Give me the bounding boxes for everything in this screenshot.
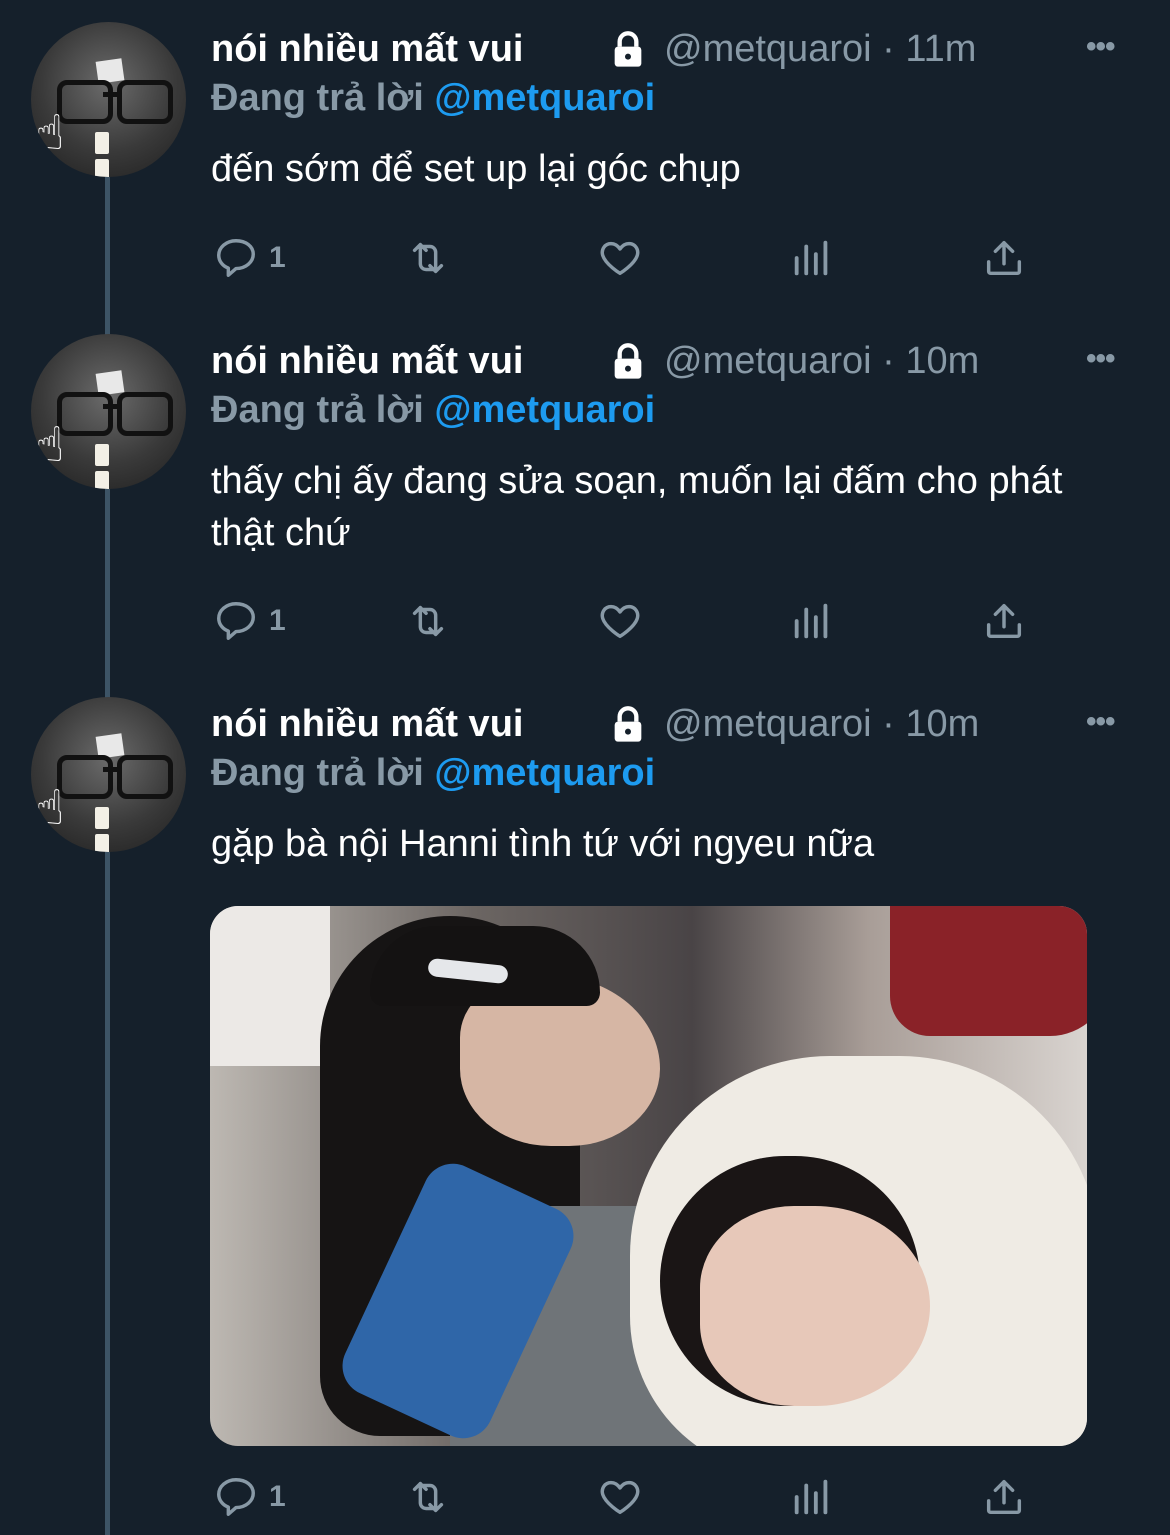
pointing-hand-emoji: ☝	[35, 782, 65, 835]
share-button[interactable]	[981, 233, 1027, 283]
avatar[interactable]: ☝	[31, 697, 186, 852]
reply-button[interactable]: 1	[213, 1472, 286, 1522]
more-icon[interactable]: •••	[1086, 30, 1115, 64]
user-handle[interactable]: @metquaroi · 11m	[664, 28, 976, 71]
reply-count: 1	[269, 241, 286, 274]
share-icon	[986, 240, 1022, 276]
timestamp[interactable]: · 10m	[882, 340, 979, 382]
reply-icon	[217, 239, 255, 277]
tweet-actions: 1	[0, 233, 1170, 293]
replying-to: Đang trả lời @metquaroi	[211, 752, 656, 794]
tweet-text: thấy chị ấy đang sửa soạn, muốn lại đấm …	[211, 460, 1063, 554]
user-handle[interactable]: @metquaroi · 10m	[664, 703, 979, 746]
replying-to: Đang trả lời @metquaroi	[211, 77, 656, 119]
retweet-icon	[412, 242, 444, 274]
tweet-text: gặp bà nội Hanni tình tứ với ngyeu nữa	[211, 823, 875, 865]
views-button[interactable]	[789, 1472, 835, 1522]
lock-icon	[614, 343, 642, 379]
timestamp[interactable]: · 10m	[882, 703, 979, 745]
mention-link[interactable]: @metquaroi	[434, 77, 655, 119]
heart-icon	[600, 1480, 640, 1515]
views-button[interactable]	[789, 596, 835, 646]
avatar[interactable]: ☝	[31, 22, 186, 177]
analytics-icon	[794, 603, 828, 639]
views-button[interactable]	[789, 233, 835, 283]
mention-link[interactable]: @metquaroi	[434, 389, 655, 431]
user-handle[interactable]: @metquaroi · 10m	[664, 340, 979, 383]
lock-icon	[614, 706, 642, 742]
share-button[interactable]	[981, 596, 1027, 646]
pointing-hand-emoji: ☝	[35, 107, 65, 160]
replying-to: Đang trả lời @metquaroi	[211, 389, 656, 431]
retweet-button[interactable]	[405, 596, 451, 646]
more-icon[interactable]: •••	[1086, 705, 1115, 739]
reply-count: 1	[269, 1480, 286, 1513]
reply-count: 1	[269, 604, 286, 637]
pointing-hand-emoji: ☝	[35, 419, 65, 472]
retweet-button[interactable]	[405, 233, 451, 283]
reply-button[interactable]: 1	[213, 233, 286, 283]
timestamp[interactable]: · 11m	[882, 28, 976, 70]
share-icon	[986, 603, 1022, 639]
tweet-actions: 1	[0, 1472, 1170, 1532]
retweet-icon	[412, 605, 444, 637]
display-name[interactable]: nói nhiều mất vui	[211, 340, 523, 383]
lock-icon	[614, 31, 642, 67]
mention-link[interactable]: @metquaroi	[434, 752, 655, 794]
tweet-actions: 1	[0, 596, 1170, 656]
share-icon	[986, 1479, 1022, 1515]
share-button[interactable]	[981, 1472, 1027, 1522]
retweet-button[interactable]	[405, 1472, 451, 1522]
reply-icon	[217, 602, 255, 640]
display-name[interactable]: nói nhiều mất vui	[211, 28, 523, 71]
like-button[interactable]	[597, 1472, 643, 1522]
like-button[interactable]	[597, 596, 643, 646]
analytics-icon	[794, 1479, 828, 1515]
tweet-media-photo[interactable]	[210, 906, 1087, 1446]
reply-icon	[217, 1478, 255, 1516]
reply-button[interactable]: 1	[213, 596, 286, 646]
more-icon[interactable]: •••	[1086, 342, 1115, 376]
analytics-icon	[794, 240, 828, 276]
like-button[interactable]	[597, 233, 643, 283]
display-name[interactable]: nói nhiều mất vui	[211, 703, 523, 746]
avatar[interactable]: ☝	[31, 334, 186, 489]
heart-icon	[600, 241, 640, 276]
heart-icon	[600, 604, 640, 639]
retweet-icon	[412, 1481, 444, 1513]
tweet-text: đến sớm để set up lại góc chụp	[211, 148, 741, 190]
